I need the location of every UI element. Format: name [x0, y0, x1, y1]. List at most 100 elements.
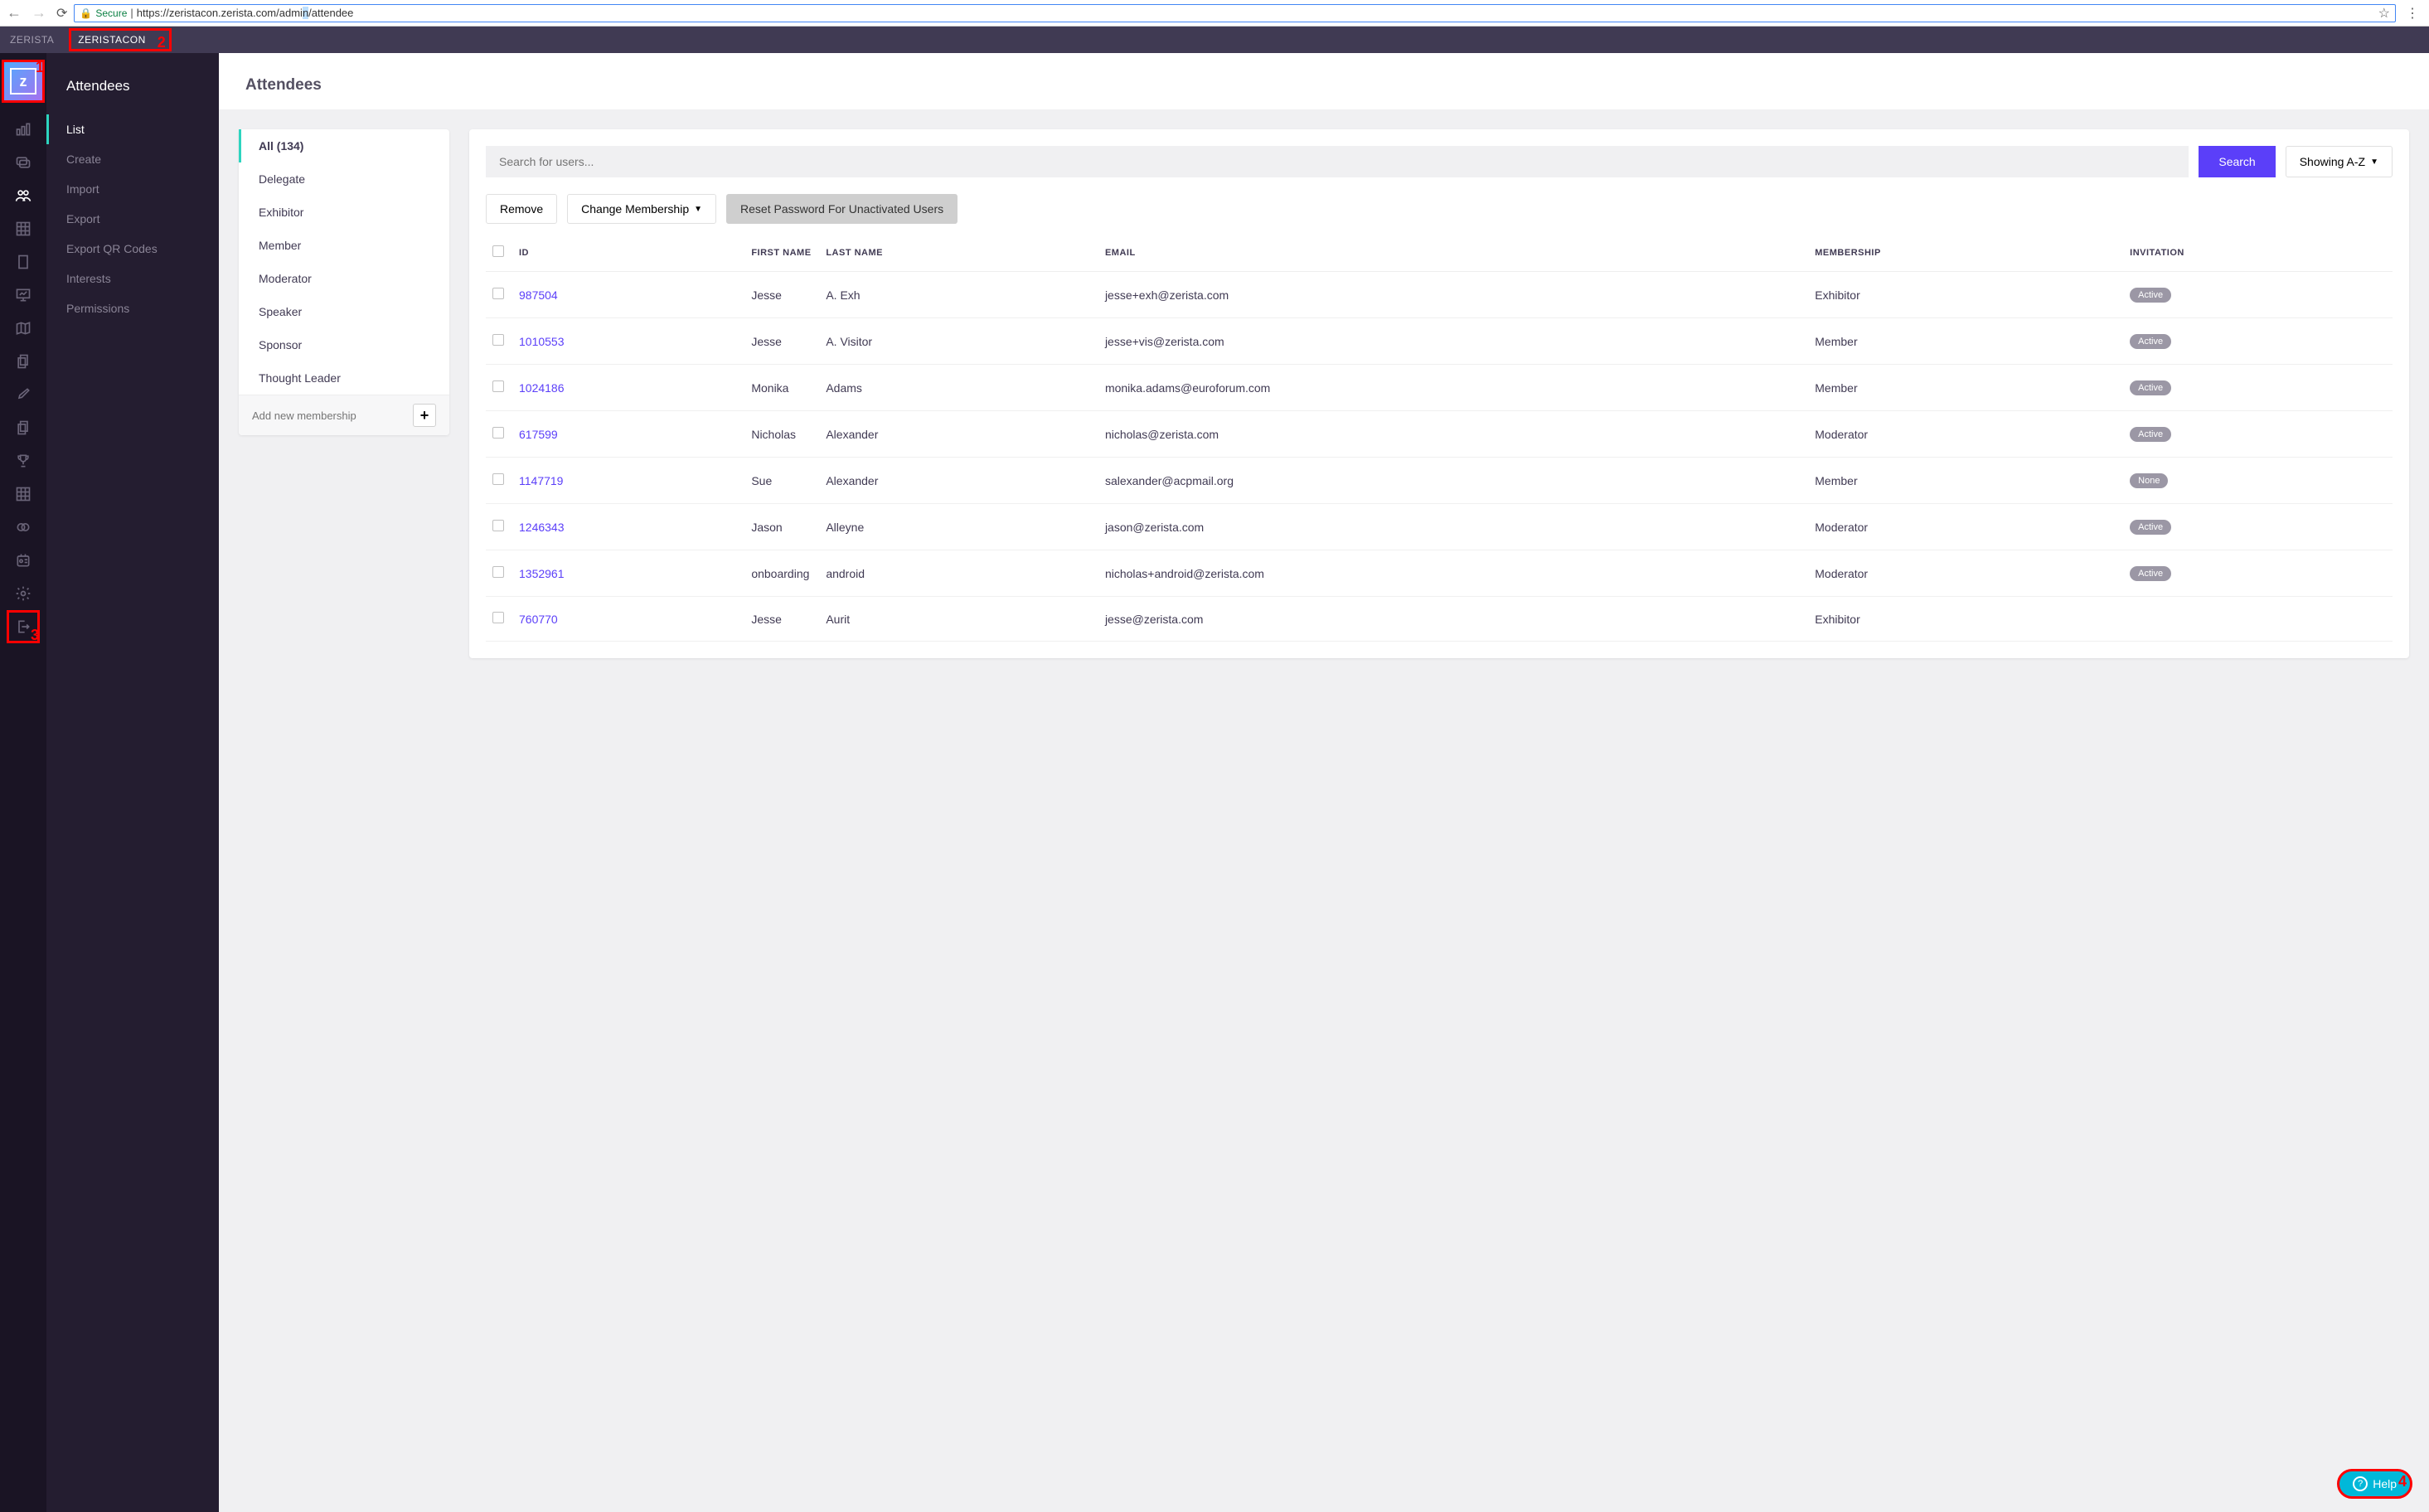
col-first[interactable]: FIRST NAME [744, 234, 819, 272]
filter-moderator[interactable]: Moderator [239, 262, 449, 295]
row-id-link[interactable]: 1352961 [519, 567, 565, 580]
logout-icon[interactable] [15, 618, 32, 635]
row-first: Jesse [744, 272, 819, 318]
row-email: monika.adams@euroforum.com [1098, 365, 1808, 411]
col-last[interactable]: LAST NAME [819, 234, 1098, 272]
row-checkbox[interactable] [492, 566, 504, 578]
col-email[interactable]: EMAIL [1098, 234, 1808, 272]
back-icon[interactable]: ← [7, 4, 22, 22]
table-row: 1246343JasonAlleynejason@zerista.comMode… [486, 504, 2393, 550]
link-icon[interactable] [0, 511, 46, 544]
add-membership-input[interactable] [252, 410, 413, 422]
building-icon[interactable] [0, 245, 46, 279]
row-membership: Moderator [1808, 550, 2123, 597]
logo[interactable]: z [10, 68, 36, 94]
row-last: Alexander [819, 411, 1098, 458]
sidebar-item-interests[interactable]: Interests [46, 264, 219, 293]
row-membership: Exhibitor [1808, 272, 2123, 318]
top-nav-zerista[interactable]: ZERISTA [10, 34, 54, 46]
table-icon[interactable] [0, 477, 46, 511]
trophy-icon[interactable] [0, 444, 46, 477]
change-membership-button[interactable]: Change Membership▼ [567, 194, 716, 224]
row-first: Nicholas [744, 411, 819, 458]
row-last: Alexander [819, 458, 1098, 504]
sidebar-item-export[interactable]: Export [46, 204, 219, 234]
help-widget[interactable]: ? Help 4 [2337, 1469, 2412, 1499]
col-id[interactable]: ID [512, 234, 744, 272]
gear-icon[interactable] [0, 577, 46, 610]
filter-exhibitor[interactable]: Exhibitor [239, 196, 449, 229]
search-button[interactable]: Search [2199, 146, 2275, 177]
status-badge: Active [2130, 334, 2171, 349]
row-membership: Member [1808, 365, 2123, 411]
row-checkbox[interactable] [492, 288, 504, 299]
attendees-icon[interactable] [0, 179, 46, 212]
row-email: nicholas@zerista.com [1098, 411, 1808, 458]
badge-icon[interactable] [0, 544, 46, 577]
row-id-link[interactable]: 987504 [519, 288, 558, 302]
row-checkbox[interactable] [492, 334, 504, 346]
lock-icon: 🔒 [80, 7, 92, 19]
row-id-link[interactable]: 1010553 [519, 335, 565, 348]
documents-icon[interactable] [0, 411, 46, 444]
col-invitation[interactable]: INVITATION [2123, 234, 2393, 272]
sidebar-item-list[interactable]: List [46, 114, 219, 144]
presentation-icon[interactable] [0, 279, 46, 312]
row-id-link[interactable]: 1024186 [519, 381, 565, 395]
filter-member[interactable]: Member [239, 229, 449, 262]
copy-icon[interactable] [0, 345, 46, 378]
table-row: 987504JesseA. Exhjesse+exh@zerista.comEx… [486, 272, 2393, 318]
filter-delegate[interactable]: Delegate [239, 162, 449, 196]
action-row: Remove Change Membership▼ Reset Password… [486, 194, 2393, 224]
row-checkbox[interactable] [492, 380, 504, 392]
filter-thought-leader[interactable]: Thought Leader [239, 361, 449, 395]
browser-nav: ← → ⟳ [7, 4, 67, 22]
grid-icon[interactable] [0, 212, 46, 245]
row-first: Sue [744, 458, 819, 504]
row-checkbox[interactable] [492, 612, 504, 623]
bookmark-icon[interactable]: ☆ [2378, 5, 2390, 22]
attendee-table: ID FIRST NAME LAST NAME EMAIL MEMBERSHIP… [486, 234, 2393, 642]
browser-chrome: ← → ⟳ 🔒 Secure | https://zeristacon.zeri… [0, 0, 2429, 27]
main-panel: Search Showing A-Z▼ Remove Change Member… [469, 129, 2409, 658]
reset-password-button[interactable]: Reset Password For Unactivated Users [726, 194, 958, 224]
row-id-link[interactable]: 617599 [519, 428, 558, 441]
row-membership: Member [1808, 458, 2123, 504]
row-id-link[interactable]: 1246343 [519, 521, 565, 534]
sidebar-item-permissions[interactable]: Permissions [46, 293, 219, 323]
col-membership[interactable]: MEMBERSHIP [1808, 234, 2123, 272]
dashboard-icon[interactable] [0, 113, 46, 146]
row-id-link[interactable]: 1147719 [519, 474, 563, 487]
reload-icon[interactable]: ⟳ [56, 5, 67, 22]
row-first: Jason [744, 504, 819, 550]
forward-icon: → [32, 4, 46, 22]
chat-icon[interactable] [0, 146, 46, 179]
top-nav-zeristacon[interactable]: ZERISTACON [78, 34, 145, 46]
add-membership-row: + [239, 395, 449, 435]
select-all-checkbox[interactable] [492, 245, 504, 257]
row-checkbox[interactable] [492, 473, 504, 485]
help-icon: ? [2353, 1476, 2368, 1491]
sidebar-item-export-qr[interactable]: Export QR Codes [46, 234, 219, 264]
sidebar-item-create[interactable]: Create [46, 144, 219, 174]
sidebar-item-import[interactable]: Import [46, 174, 219, 204]
filter-panel: All (134) Delegate Exhibitor Member Mode… [239, 129, 449, 435]
sort-button[interactable]: Showing A-Z▼ [2286, 146, 2393, 177]
row-id-link[interactable]: 760770 [519, 613, 558, 626]
browser-menu-icon[interactable]: ⋮ [2402, 5, 2422, 22]
row-email: jesse+vis@zerista.com [1098, 318, 1808, 365]
row-email: jesse+exh@zerista.com [1098, 272, 1808, 318]
search-input[interactable] [486, 146, 2189, 177]
brush-icon[interactable] [0, 378, 46, 411]
caret-down-icon: ▼ [2370, 158, 2378, 167]
remove-button[interactable]: Remove [486, 194, 557, 224]
row-checkbox[interactable] [492, 520, 504, 531]
add-membership-button[interactable]: + [413, 404, 436, 427]
filter-sponsor[interactable]: Sponsor [239, 328, 449, 361]
map-icon[interactable] [0, 312, 46, 345]
status-badge: Active [2130, 380, 2171, 395]
filter-speaker[interactable]: Speaker [239, 295, 449, 328]
row-checkbox[interactable] [492, 427, 504, 439]
filter-all[interactable]: All (134) [239, 129, 449, 162]
url-bar[interactable]: 🔒 Secure | https://zeristacon.zerista.co… [74, 4, 2396, 22]
